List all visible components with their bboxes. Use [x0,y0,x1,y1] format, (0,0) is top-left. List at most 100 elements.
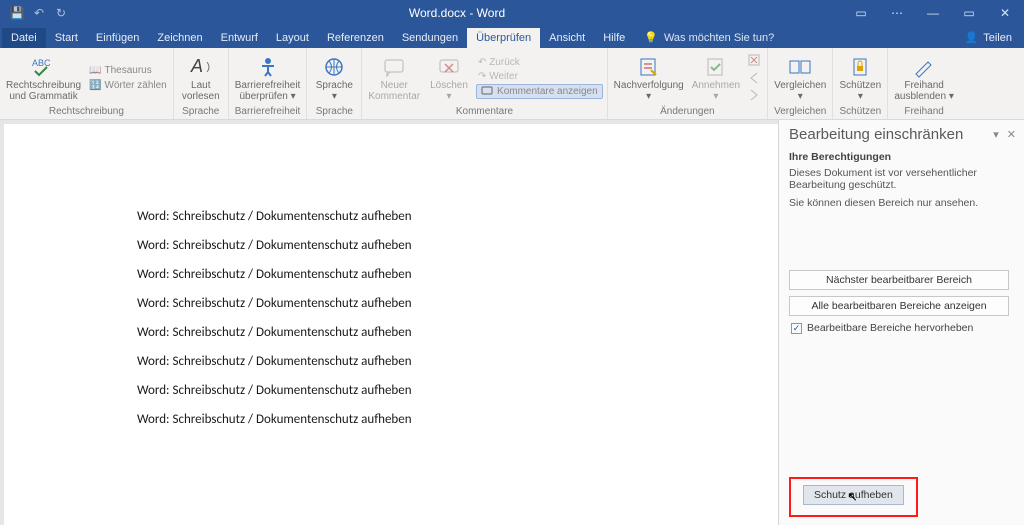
group-compare: Vergleichen▾ Vergleichen [768,48,833,119]
read-aloud-button[interactable]: A Lautvorlesen [178,54,224,102]
show-all-editable-regions-button[interactable]: Alle bearbeitbaren Bereiche anzeigen [789,296,1009,316]
workspace: Word: Schreibschutz / Dokumentenschutz a… [0,120,1024,525]
delete-comment-button[interactable]: Löschen▾ [426,54,472,102]
next-editable-region-button[interactable]: Nächster bearbeitbarer Bereich [789,270,1009,290]
close-icon[interactable]: ✕ [990,3,1020,23]
tab-file[interactable]: Datei [2,28,46,48]
body-line: Word: Schreibschutz / Dokumentenschutz a… [137,412,751,427]
group-ink-label: Freihand [904,105,943,119]
checkbox-icon: ✓ [791,323,802,334]
highlight-editable-checkbox[interactable]: ✓ Bearbeitbare Bereiche hervorheben [779,319,1024,337]
share-button[interactable]: 👤 Teilen [953,27,1024,48]
body-line: Word: Schreibschutz / Dokumentenschutz a… [137,354,751,369]
globe-icon [322,56,346,78]
previous-comment-button[interactable]: ↶ Zurück [476,56,603,69]
new-comment-button[interactable]: NeuerKommentar [366,54,422,102]
person-icon: 👤 [965,31,979,44]
ribbon-options-icon[interactable]: ▭ [846,3,876,23]
quick-access-toolbar: 💾 ↶ ↻ [4,6,68,20]
prev-icon [748,71,761,84]
group-tracking: Nachverfolgung▾ Annehmen▾ Änderungen [608,48,768,119]
count-icon: 🔢 [89,80,101,91]
hide-ink-button[interactable]: Freihandausblenden ▾ [892,54,956,102]
ribbon-tabs: Datei Start Einfügen Zeichnen Entwurf La… [0,26,1024,48]
show-comments-button[interactable]: Kommentare anzeigen [476,84,603,99]
accessibility-button[interactable]: Barrierefreiheitüberprüfen ▾ [233,54,303,102]
mouse-cursor-icon: ↖ [847,489,858,505]
comment-icon [481,85,494,98]
group-speech-label: Sprache [182,105,219,119]
speaker-icon: A [189,56,213,78]
permissions-text-2: Sie können diesen Bereich nur ansehen. [789,197,1014,209]
titlebar: 💾 ↶ ↻ Word.docx - Word ▭ ⋯ — ▭ ✕ [0,0,1024,26]
group-protect: Schützen▾ Schützen [833,48,888,119]
document-area[interactable]: Word: Schreibschutz / Dokumentenschutz a… [4,124,778,525]
share-label: Teilen [983,32,1012,44]
body-line: Word: Schreibschutz / Dokumentenschutz a… [137,325,751,340]
window-title: Word.docx - Word [68,6,846,20]
restrict-editing-pane: Bearbeitung einschränken ▾ ✕ Ihre Berech… [778,120,1024,525]
pane-close-icon[interactable]: ✕ [1007,128,1016,141]
next-change-button[interactable] [746,87,763,102]
undo-icon[interactable]: ↶ [32,6,46,20]
group-comments-label: Kommentare [456,105,513,119]
options-icon[interactable]: ⋯ [882,3,912,23]
maximize-icon[interactable]: ▭ [954,3,984,23]
comment-new-icon [382,56,406,78]
comment-delete-icon [437,56,461,78]
compare-button[interactable]: Vergleichen▾ [772,54,828,102]
minimize-icon[interactable]: — [918,3,948,23]
next-comment-button[interactable]: ↷ Weiter [476,70,603,83]
spelling-button[interactable]: ABC Rechtschreibungund Grammatik [4,54,83,102]
tab-design[interactable]: Entwurf [212,28,267,48]
group-speech: A Lautvorlesen Sprache [174,48,229,119]
group-language-label: Sprache [316,105,353,119]
accept-icon [704,56,728,78]
group-compare-label: Vergleichen [774,105,826,119]
next-icon [748,88,761,101]
reject-button[interactable] [746,53,763,68]
group-accessibility-label: Barrierefreiheit [235,105,301,119]
permissions-section: Ihre Berechtigungen Dieses Dokument ist … [779,147,1024,215]
group-ink: Freihandausblenden ▾ Freihand [888,48,960,119]
shield-icon [848,56,872,78]
abc-check-icon: ABC [32,56,56,78]
lightbulb-icon: 💡 [644,31,658,44]
tell-me[interactable]: 💡 Was möchten Sie tun? [634,27,784,48]
protect-button[interactable]: Schützen▾ [837,54,883,102]
window-controls: ▭ ⋯ — ▭ ✕ [846,3,1020,23]
body-line: Word: Schreibschutz / Dokumentenschutz a… [137,383,751,398]
tab-home[interactable]: Start [46,28,87,48]
save-icon[interactable]: 💾 [10,6,24,20]
tab-layout[interactable]: Layout [267,28,318,48]
tab-view[interactable]: Ansicht [540,28,594,48]
prev-change-button[interactable] [746,70,763,85]
highlight-editable-label: Bearbeitbare Bereiche hervorheben [807,322,973,334]
body-line: Word: Schreibschutz / Dokumentenschutz a… [137,238,751,253]
group-proofing-label: Rechtschreibung [49,105,124,119]
group-tracking-label: Änderungen [660,105,715,119]
tab-mailings[interactable]: Sendungen [393,28,467,48]
group-comments: NeuerKommentar Löschen▾ ↶ Zurück ↷ Weite… [362,48,607,119]
word-count-button[interactable]: 🔢Wörter zählen [87,79,169,92]
accessibility-icon [256,56,280,78]
page: Word: Schreibschutz / Dokumentenschutz a… [31,124,751,441]
redo-icon[interactable]: ↻ [54,6,68,20]
tab-references[interactable]: Referenzen [318,28,393,48]
thesaurus-button[interactable]: 📖Thesaurus [87,64,169,77]
language-button[interactable]: Sprache▾ [311,54,357,102]
ribbon: ABC Rechtschreibungund Grammatik 📖Thesau… [0,48,1024,120]
pane-menu-icon[interactable]: ▾ [993,128,999,141]
group-proofing: ABC Rechtschreibungund Grammatik 📖Thesau… [0,48,174,119]
group-protect-label: Schützen [839,105,881,119]
tab-draw[interactable]: Zeichnen [148,28,211,48]
tab-help[interactable]: Hilfe [594,28,634,48]
track-changes-button[interactable]: Nachverfolgung▾ [612,54,686,102]
tab-insert[interactable]: Einfügen [87,28,148,48]
pane-title: Bearbeitung einschränken [789,126,985,143]
compare-icon [788,56,812,78]
group-language: Sprache▾ Sprache [307,48,362,119]
svg-text:A: A [190,56,203,76]
accept-button[interactable]: Annehmen▾ [690,54,742,102]
tab-review[interactable]: Überprüfen [467,28,540,48]
